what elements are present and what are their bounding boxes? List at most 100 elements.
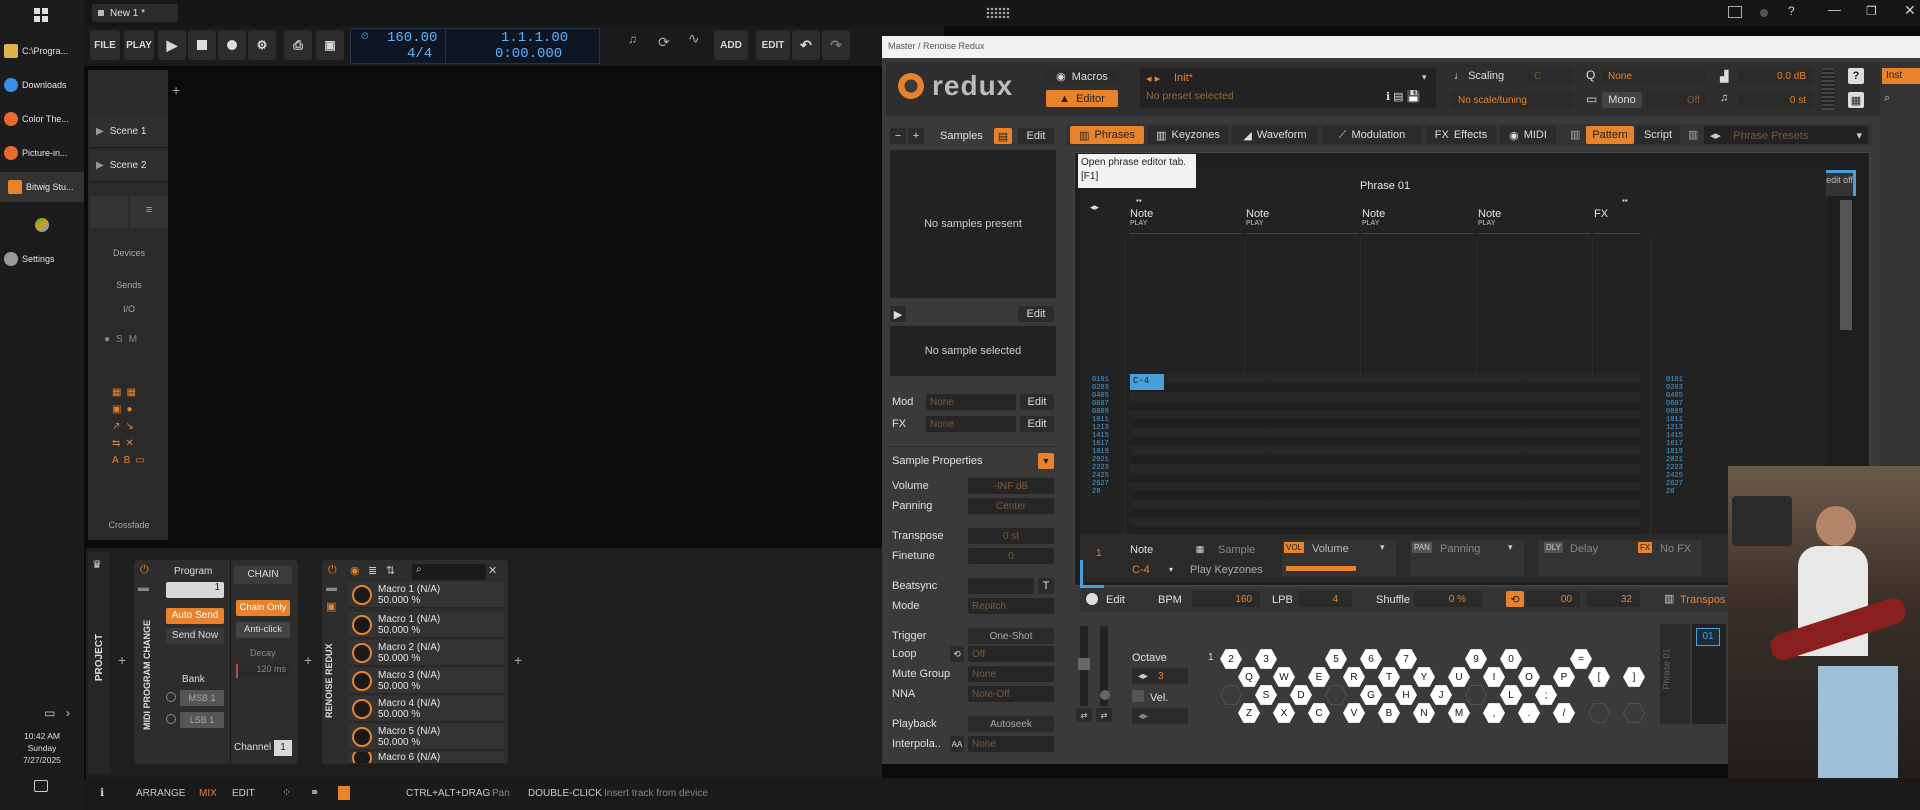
velocity-field[interactable]: ◂▸ [1132, 708, 1188, 724]
pattern-button[interactable]: Pattern [1586, 126, 1634, 144]
hex-key[interactable]: 5 [1325, 649, 1347, 669]
tab-new-1[interactable]: New 1 * [92, 4, 178, 22]
transpose-field[interactable]: 0 st [968, 528, 1054, 544]
pattern-rows[interactable] [1130, 374, 1640, 534]
hex-key[interactable]: 0 [1500, 649, 1522, 669]
send-now-button[interactable]: Send Now [166, 628, 224, 644]
hex-key[interactable]: Y [1413, 667, 1435, 687]
menu-icon[interactable]: ≡ [130, 196, 168, 228]
undo-icon[interactable]: ↶ [792, 30, 820, 60]
column-icons[interactable]: ▪▪ [1622, 196, 1628, 205]
loop-start-field[interactable]: 00 [1526, 591, 1580, 607]
play-menu-button[interactable]: PLAY [124, 30, 154, 60]
tab-waveform[interactable]: ◢ Waveform [1232, 126, 1318, 144]
tab-phrases[interactable]: ▥ Phrases [1070, 126, 1144, 144]
macro-knob[interactable] [352, 726, 372, 747]
samples-list[interactable]: No samples present [890, 150, 1056, 298]
mix-tab[interactable]: MIX [199, 788, 217, 799]
tool-icons[interactable]: ▦▦ ▣● ↗↘ ⇆✕ AB▭ [112, 384, 148, 468]
folder-icon[interactable]: ▬ [138, 582, 149, 594]
taskbar-item-downloads[interactable]: Downloads [4, 70, 84, 100]
edit-tab[interactable]: EDIT [232, 788, 255, 799]
loop-end-field[interactable]: 32 [1586, 591, 1640, 607]
taskbar-item-settings[interactable]: Settings [4, 244, 84, 274]
column-icons[interactable]: ▪▪ [1136, 196, 1142, 205]
delay-control[interactable]: DLY Delay [1538, 540, 1638, 576]
hex-key[interactable]: O [1518, 667, 1540, 687]
scene-2[interactable]: ▶ Scene 2 [90, 150, 168, 182]
clock[interactable]: 10:42 AM Sunday 7/27/2025 [0, 730, 84, 766]
hex-key[interactable]: 7 [1395, 649, 1417, 669]
script-button[interactable]: Script [1636, 126, 1680, 144]
fx-control[interactable]: FX No FX [1636, 540, 1702, 576]
lsb-radio[interactable] [166, 714, 176, 724]
note-value[interactable]: C-4 [1132, 564, 1150, 576]
mute-group-select[interactable]: None [968, 666, 1054, 682]
macro-row[interactable]: Macro 1 (N/A) 50.000 % [348, 612, 504, 638]
hex-key[interactable]: E [1308, 667, 1330, 687]
taskbar-item-folder[interactable]: C:\Progra... [4, 36, 84, 66]
print-icon[interactable]: ⎙ [284, 30, 312, 60]
phrase-presets-select[interactable]: ◂▸ Phrase Presets ▾ [1704, 126, 1868, 144]
add-button[interactable]: ADD [714, 30, 748, 60]
solo-mute-icons[interactable]: ●SM [104, 334, 143, 345]
finetune-field[interactable]: 0 [968, 548, 1054, 564]
note-column-header[interactable]: Note PLAY [1362, 208, 1474, 234]
hex-key[interactable]: 2 [1220, 649, 1242, 669]
hex-key[interactable]: [ [1588, 667, 1610, 687]
add-device-icon[interactable]: + [514, 652, 522, 668]
arrange-tab[interactable]: ARRANGE [136, 788, 185, 799]
program-input[interactable]: 1 [166, 582, 224, 598]
macro-row[interactable]: Macro 3 (N/A) 50.000 % [348, 668, 504, 694]
phrase-slot[interactable]: 01 [1696, 628, 1720, 646]
keyboard-icon[interactable] [1728, 6, 1742, 18]
close-icon[interactable]: ✕ [488, 564, 497, 577]
scrollbar[interactable] [1840, 200, 1852, 330]
hex-key[interactable]: U [1448, 667, 1470, 687]
mod-edit-button[interactable]: Edit [1020, 394, 1054, 410]
beatsync-field[interactable] [968, 578, 1034, 594]
playback-button[interactable]: Autoseek [968, 716, 1054, 732]
trigger-button[interactable]: One-Shot [968, 628, 1054, 644]
add-device-icon[interactable]: + [304, 652, 312, 668]
monitor-icon[interactable]: ▭ [44, 706, 55, 720]
editor-button[interactable]: ▲ Editor [1046, 90, 1118, 107]
volume-field[interactable]: -INF dB [968, 478, 1054, 494]
file-menu-button[interactable]: FILE [90, 30, 120, 60]
io-label[interactable]: I/O [90, 304, 168, 314]
hex-key[interactable]: I [1483, 667, 1505, 687]
help-icon[interactable]: ? [1848, 68, 1864, 84]
samples-edit-button[interactable]: Edit [1018, 128, 1054, 144]
search-icon[interactable]: ⌕ [1884, 92, 1890, 105]
tab-effects[interactable]: FX Effects [1426, 126, 1496, 144]
hex-key[interactable]: 6 [1360, 649, 1382, 669]
note-column-header[interactable]: Note PLAY [1246, 208, 1358, 234]
scale-select[interactable]: No scale/tuning [1452, 92, 1572, 108]
screen-icon[interactable]: ▣ [316, 30, 344, 60]
anti-click-toggle[interactable]: Anti-click [236, 622, 290, 638]
link-icon[interactable]: ⚭ [310, 786, 319, 799]
fx-column-header[interactable]: FX [1594, 208, 1640, 234]
shuffle-field[interactable]: 0 % [1414, 591, 1482, 607]
macro-knob[interactable] [352, 642, 372, 663]
windows-start-icon[interactable] [34, 8, 48, 22]
fx-select[interactable]: None [926, 416, 1016, 432]
hex-key[interactable]: 3 [1255, 649, 1277, 669]
collapse-icon[interactable]: ▼ [1038, 453, 1054, 469]
mono-toggle[interactable]: Mono [1602, 92, 1642, 108]
metronome-icon[interactable]: ♫ [628, 32, 637, 46]
curve-icon[interactable]: ∿ [688, 30, 700, 47]
loop-icon[interactable]: ⟳ [658, 34, 670, 51]
loop-select[interactable]: Off [968, 646, 1054, 662]
fx-edit-button[interactable]: Edit [1020, 416, 1054, 432]
preset-file-icons[interactable]: ℹ▤💾 [1386, 90, 1423, 103]
edit-label[interactable]: Edit [1106, 594, 1125, 606]
dropdown-icon[interactable]: ▾ [1164, 562, 1178, 576]
list-icon[interactable]: ≣ [368, 564, 377, 577]
taskbar-item-firefox-1[interactable]: Color The... [4, 104, 84, 134]
record-icon[interactable] [218, 30, 246, 60]
scaling-key-select[interactable]: C [1528, 68, 1572, 84]
macro-knob[interactable] [352, 698, 372, 719]
notification-icon[interactable] [34, 780, 48, 792]
stop-clips-button[interactable] [90, 196, 128, 228]
